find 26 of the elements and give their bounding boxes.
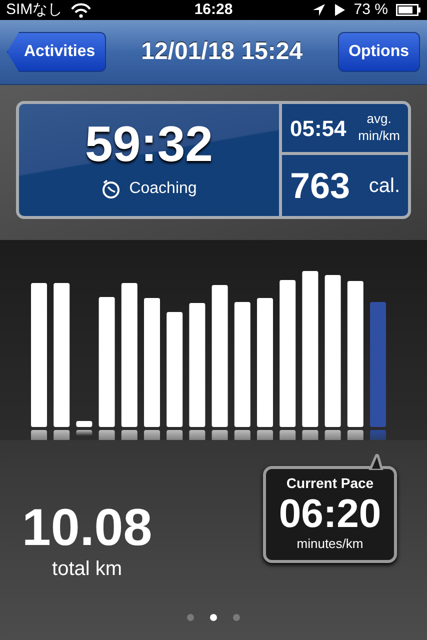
duration-value: 59:32 <box>85 119 213 169</box>
distance-label: total km <box>52 557 122 582</box>
page-dot[interactable] <box>210 614 217 621</box>
location-arrow-icon <box>312 3 326 17</box>
carrier-name: SIMなし <box>6 0 63 20</box>
pace-title: Current Pace <box>286 474 374 493</box>
nav-title: 12/01/18 15:24 <box>141 37 303 67</box>
play-icon <box>334 3 346 17</box>
current-pace-value: 06:20 <box>278 494 382 534</box>
page-dot[interactable] <box>233 614 240 621</box>
pace-unit: min/km <box>358 128 400 146</box>
avg-pace-value: 05:54 <box>290 114 346 143</box>
options-button[interactable]: Options <box>338 32 420 72</box>
page-dot[interactable] <box>187 614 194 621</box>
wifi-icon <box>70 2 91 18</box>
battery-percent: 73 % <box>354 0 388 20</box>
coaching-label: Coaching <box>129 179 197 199</box>
status-time: 16:28 <box>193 0 234 20</box>
distance-value: 10.08 <box>22 502 152 554</box>
calories-value: 763 <box>290 164 350 208</box>
battery-icon <box>396 4 421 16</box>
pace-unit: minutes/km <box>296 535 364 553</box>
back-button[interactable]: Activities <box>7 32 106 72</box>
calories-unit: cal. <box>368 174 400 199</box>
avg-label: avg. <box>366 111 392 128</box>
alarm-clock-icon <box>101 179 122 199</box>
